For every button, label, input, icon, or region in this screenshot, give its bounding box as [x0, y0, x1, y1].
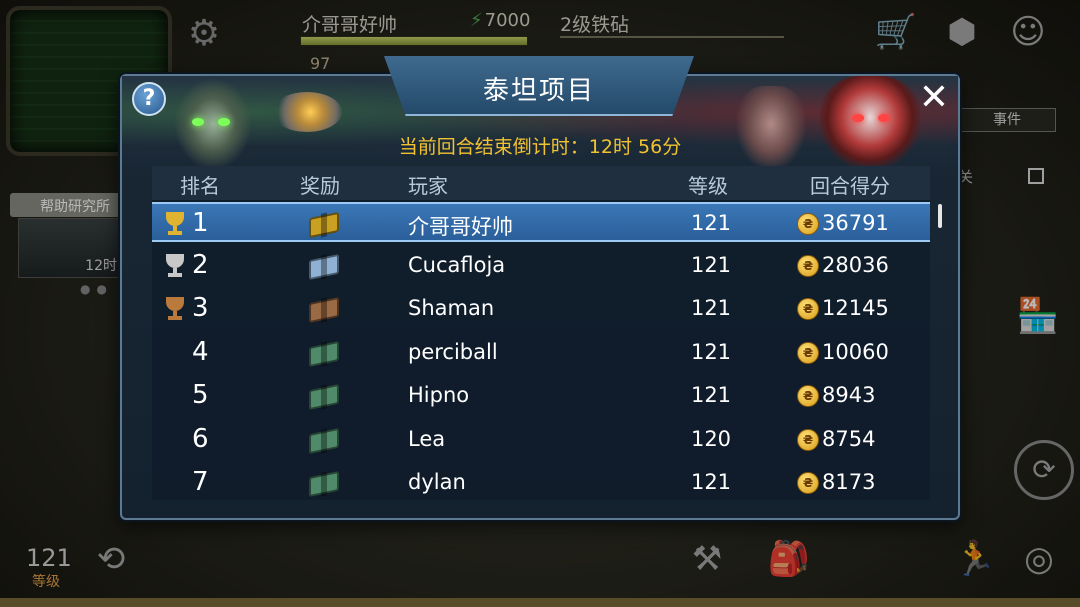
green-crate-icon [307, 338, 341, 368]
rank-number: 3 [192, 293, 209, 323]
table-header: 排名 奖励 玩家 等级 回合得分 [152, 166, 930, 200]
column-header-level: 等级 [688, 174, 728, 198]
titan-project-modal: 泰坦项目 ? ✕ 当前回合结束倒计时：12时 56分 排名 奖励 玩家 等级 回… [120, 56, 960, 520]
score-coin-icon: ₴ [797, 254, 819, 277]
table-row[interactable]: 1 介哥哥好帅 121 ₴ 36791 [152, 202, 930, 242]
silver-crate-icon [307, 251, 341, 281]
column-header-score: 回合得分 [810, 174, 890, 198]
round-score: 12145 [822, 296, 889, 320]
bronze-crate-icon [307, 294, 341, 324]
score-coin-icon: ₴ [797, 428, 819, 451]
player-level: 121 [690, 339, 732, 364]
drone-art [272, 92, 342, 132]
player-name: perciball [408, 339, 498, 364]
player-level: 120 [690, 426, 732, 451]
player-name: Lea [408, 426, 446, 451]
rank-number: 6 [192, 423, 209, 454]
round-score: 28036 [822, 252, 889, 277]
column-header-reward: 奖励 [300, 174, 340, 198]
player-name: 介哥哥好帅 [408, 215, 513, 239]
close-icon[interactable]: ✕ [918, 80, 950, 116]
gold-trophy-icon [162, 212, 188, 236]
score-coin-icon: ₴ [797, 385, 819, 407]
round-score: 36791 [822, 211, 889, 235]
green-crate-icon [307, 381, 341, 411]
score-coin-icon: ₴ [797, 472, 819, 494]
eye-glow [878, 114, 890, 122]
column-header-player: 玩家 [408, 174, 448, 198]
table-row[interactable]: 4 perciball 121 ₴ 10060 [152, 333, 930, 373]
scrollbar[interactable] [938, 204, 942, 228]
score-coin-icon: ₴ [797, 341, 819, 364]
round-countdown: 当前回合结束倒计时：12时 56分 [398, 136, 682, 158]
rank-number: 2 [192, 249, 209, 280]
score-coin-icon: ₴ [797, 213, 819, 235]
player-level: 121 [690, 211, 732, 235]
table-row[interactable]: 3 Shaman 121 ₴ 12145 [152, 289, 930, 329]
rank-number: 5 [192, 380, 209, 410]
green-crate-icon [307, 468, 341, 498]
player-name: Shaman [408, 296, 495, 320]
green-crate-icon [307, 425, 341, 455]
score-coin-icon: ₴ [797, 298, 819, 320]
silver-trophy-icon [162, 253, 188, 278]
eye-glow [218, 118, 230, 126]
leaderboard-table: 排名 奖励 玩家 等级 回合得分 1 介哥哥好帅 121 ₴ 36791 2 Cucaflo… [152, 166, 930, 500]
rank-number: 4 [192, 336, 209, 367]
gold-crate-icon [307, 209, 341, 239]
player-level: 121 [690, 252, 732, 277]
round-score: 8173 [822, 470, 876, 494]
eye-glow [852, 114, 864, 122]
table-row[interactable]: 5 Hipno 121 ₴ 8943 [152, 376, 930, 416]
table-row[interactable]: 6 Lea 120 ₴ 8754 [152, 420, 930, 460]
round-score: 8754 [822, 426, 876, 451]
player-level: 121 [690, 383, 732, 407]
column-header-rank: 排名 [180, 174, 220, 198]
modal-title: 泰坦项目 [482, 76, 595, 106]
player-name: dylan [408, 470, 466, 494]
player-level: 121 [690, 470, 732, 494]
round-score: 8943 [822, 383, 876, 407]
eye-glow [192, 118, 204, 126]
help-button[interactable]: ? [132, 82, 166, 116]
player-level: 121 [690, 296, 732, 320]
table-row[interactable]: 7 dylan 121 ₴ 8173 [152, 463, 930, 503]
round-score: 10060 [822, 339, 889, 364]
rank-number: 1 [192, 208, 209, 238]
player-name: Cucafloja [408, 252, 506, 277]
bronze-trophy-icon [162, 297, 188, 321]
rank-number: 7 [192, 467, 209, 497]
player-name: Hipno [408, 383, 470, 407]
table-row[interactable]: 2 Cucafloja 121 ₴ 28036 [152, 246, 930, 286]
